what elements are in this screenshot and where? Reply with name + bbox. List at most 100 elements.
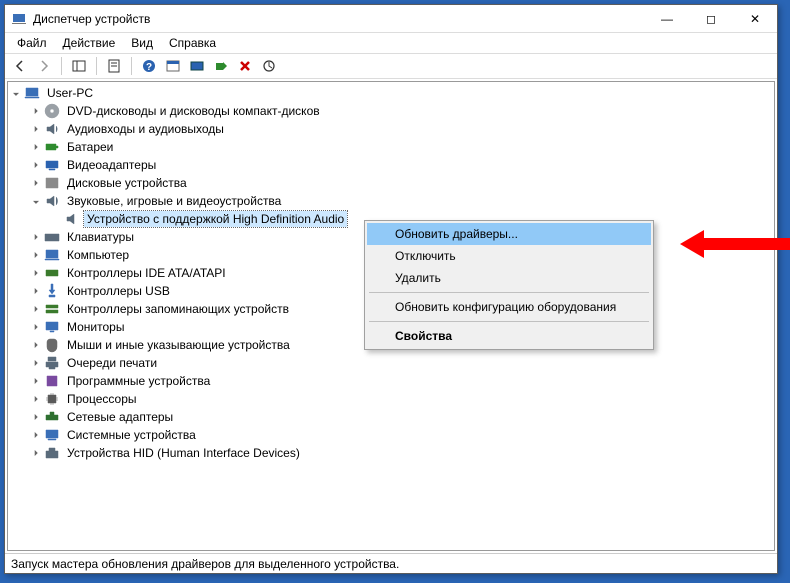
expand-icon[interactable]: 🞂 — [30, 375, 42, 387]
cpu-icon — [44, 391, 60, 407]
category-disk[interactable]: 🞂 Дисковые устройства — [28, 174, 774, 192]
category-label: Контроллеры USB — [64, 283, 173, 299]
expand-icon[interactable]: 🞂 — [30, 105, 42, 117]
category-label: Дисковые устройства — [64, 175, 190, 191]
menu-action[interactable]: Действие — [55, 34, 124, 52]
expand-icon[interactable]: 🞃 — [30, 195, 42, 207]
enable-button[interactable] — [210, 55, 232, 77]
properties-button[interactable] — [103, 55, 125, 77]
toolbar-separator — [96, 57, 97, 75]
mouse-icon — [44, 337, 60, 353]
hid-icon — [44, 445, 60, 461]
category-battery[interactable]: 🞂 Батареи — [28, 138, 774, 156]
update-driver-button[interactable] — [186, 55, 208, 77]
menu-file[interactable]: Файл — [9, 34, 55, 52]
device-tree-panel[interactable]: 🞃 User-PC 🞂 DVD-дисководы и дисководы ко… — [7, 81, 775, 551]
menu-help[interactable]: Справка — [161, 34, 224, 52]
app-icon — [11, 11, 27, 27]
collapse-icon[interactable]: 🞃 — [10, 87, 22, 99]
device-manager-window: Диспетчер устройств ― ◻ ✕ Файл Действие … — [4, 4, 778, 574]
help-button[interactable]: ? — [138, 55, 160, 77]
category-label: Видеоадаптеры — [64, 157, 159, 173]
category-label: Мониторы — [64, 319, 127, 335]
usb-icon — [44, 283, 60, 299]
keyboard-icon — [44, 229, 60, 245]
status-text: Запуск мастера обновления драйверов для … — [11, 557, 399, 571]
software-icon — [44, 373, 60, 389]
category-label: Клавиатуры — [64, 229, 137, 245]
statusbar: Запуск мастера обновления драйверов для … — [5, 553, 777, 573]
expand-icon[interactable]: 🞂 — [30, 303, 42, 315]
expand-icon[interactable]: 🞂 — [30, 177, 42, 189]
ctx-properties[interactable]: Свойства — [367, 325, 651, 347]
category-label: Сетевые адаптеры — [64, 409, 176, 425]
print-queue-icon — [44, 355, 60, 371]
category-system[interactable]: 🞂 Системные устройства — [28, 426, 774, 444]
category-dvd[interactable]: 🞂 DVD-дисководы и дисководы компакт-диск… — [28, 102, 774, 120]
sound-icon — [44, 193, 60, 209]
category-software[interactable]: 🞂 Программные устройства — [28, 372, 774, 390]
category-label: Контроллеры IDE ATA/ATAPI — [64, 265, 229, 281]
ctx-scan-hardware[interactable]: Обновить конфигурацию оборудования — [367, 296, 651, 318]
expand-icon[interactable]: 🞂 — [30, 339, 42, 351]
audio-io-icon — [44, 121, 60, 137]
expand-icon[interactable]: 🞂 — [30, 123, 42, 135]
context-menu: Обновить драйверы... Отключить Удалить О… — [364, 220, 654, 350]
category-video[interactable]: 🞂 Видеоадаптеры — [28, 156, 774, 174]
expand-icon[interactable]: 🞂 — [30, 267, 42, 279]
expand-icon[interactable]: 🞂 — [30, 357, 42, 369]
category-label: DVD-дисководы и дисководы компакт-дисков — [64, 103, 323, 119]
net-icon — [44, 409, 60, 425]
category-label: Процессоры — [64, 391, 140, 407]
expand-icon[interactable]: 🞂 — [30, 429, 42, 441]
expand-icon[interactable]: 🞂 — [30, 231, 42, 243]
category-print-queue[interactable]: 🞂 Очереди печати — [28, 354, 774, 372]
menu-view[interactable]: Вид — [123, 34, 161, 52]
computer-icon — [44, 247, 60, 263]
expand-icon[interactable]: 🞂 — [30, 393, 42, 405]
window-buttons: ― ◻ ✕ — [645, 5, 777, 32]
window-title: Диспетчер устройств — [33, 12, 645, 26]
ide-icon — [44, 265, 60, 281]
category-label: Батареи — [64, 139, 116, 155]
monitor-icon — [44, 319, 60, 335]
action-button[interactable] — [162, 55, 184, 77]
category-net[interactable]: 🞂 Сетевые адаптеры — [28, 408, 774, 426]
maximize-button[interactable]: ◻ — [689, 5, 733, 32]
nav-forward-button[interactable] — [33, 55, 55, 77]
toolbar-separator — [131, 57, 132, 75]
nav-back-button[interactable] — [9, 55, 31, 77]
tree-root-node[interactable]: 🞃 User-PC — [8, 84, 774, 102]
category-label: Контроллеры запоминающих устройств — [64, 301, 292, 317]
show-hide-tree-button[interactable] — [68, 55, 90, 77]
category-label: Мыши и иные указывающие устройства — [64, 337, 293, 353]
expand-icon[interactable]: 🞂 — [30, 447, 42, 459]
scan-hardware-button[interactable] — [258, 55, 280, 77]
root-label: User-PC — [44, 85, 96, 101]
minimize-button[interactable]: ― — [645, 5, 689, 32]
menubar: Файл Действие Вид Справка — [5, 33, 777, 53]
category-label: Системные устройства — [64, 427, 199, 443]
close-button[interactable]: ✕ — [733, 5, 777, 32]
ctx-update-drivers[interactable]: Обновить драйверы... — [367, 223, 651, 245]
category-sound[interactable]: 🞃 Звуковые, игровые и видеоустройства — [28, 192, 774, 210]
expand-icon[interactable]: 🞂 — [30, 159, 42, 171]
category-cpu[interactable]: 🞂 Процессоры — [28, 390, 774, 408]
expand-icon[interactable]: 🞂 — [30, 411, 42, 423]
category-label: Аудиовходы и аудиовыходы — [64, 121, 227, 137]
expand-icon[interactable]: 🞂 — [30, 285, 42, 297]
ctx-disable[interactable]: Отключить — [367, 245, 651, 267]
expand-icon[interactable]: 🞂 — [30, 249, 42, 261]
storage-ctrl-icon — [44, 301, 60, 317]
uninstall-button[interactable] — [234, 55, 256, 77]
category-label: Компьютер — [64, 247, 132, 263]
category-label: Устройства HID (Human Interface Devices) — [64, 445, 303, 461]
titlebar: Диспетчер устройств ― ◻ ✕ — [5, 5, 777, 33]
expand-icon[interactable]: 🞂 — [30, 321, 42, 333]
category-hid[interactable]: 🞂 Устройства HID (Human Interface Device… — [28, 444, 774, 462]
ctx-separator — [369, 292, 649, 293]
expand-icon[interactable]: 🞂 — [30, 141, 42, 153]
ctx-uninstall[interactable]: Удалить — [367, 267, 651, 289]
category-audio-io[interactable]: 🞂 Аудиовходы и аудиовыходы — [28, 120, 774, 138]
device-label: Устройство с поддержкой High Definition … — [84, 211, 347, 227]
